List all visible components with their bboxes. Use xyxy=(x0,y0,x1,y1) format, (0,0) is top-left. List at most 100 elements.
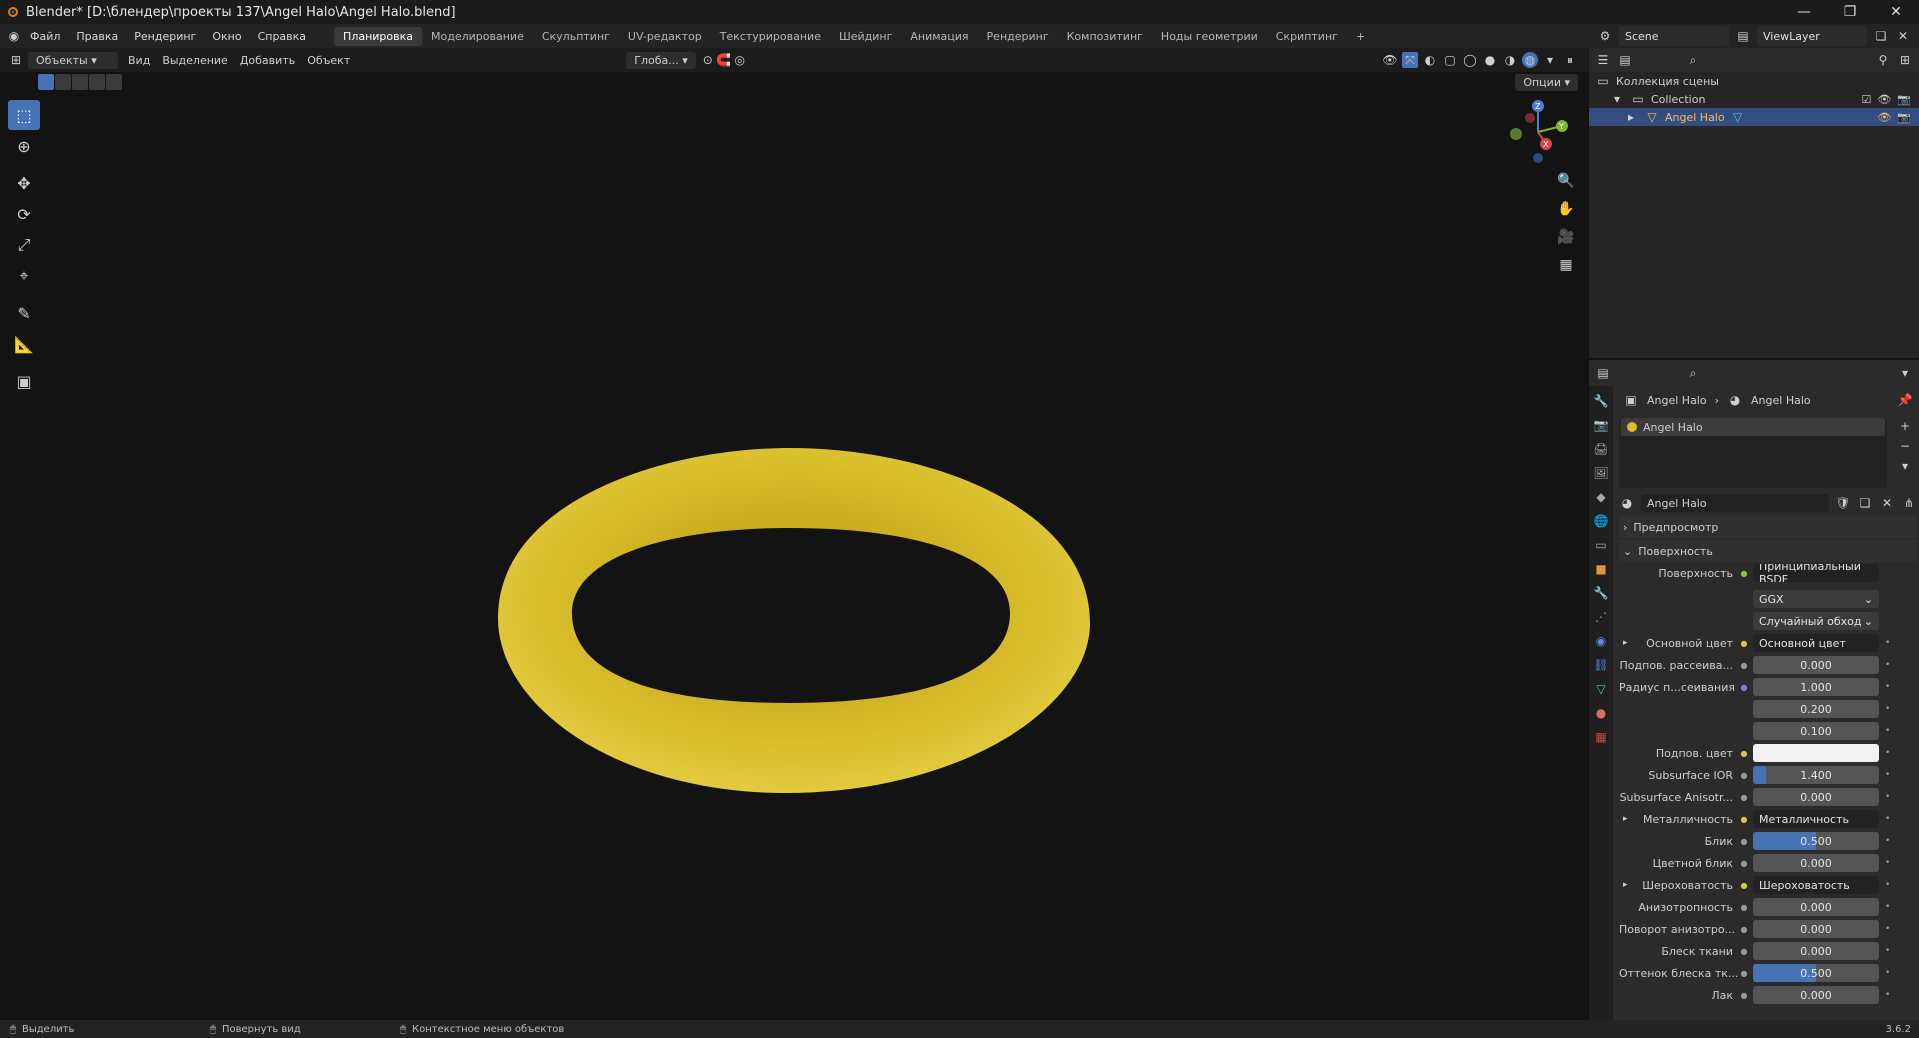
keyframe-dot-icon[interactable]: • xyxy=(1885,924,1890,934)
3d-viewport[interactable]: ⊞ Объекты ▾ Вид Выделение Добавить Объект Г… xyxy=(0,48,1588,1020)
output-tab-icon[interactable]: 🖨 xyxy=(1593,442,1609,458)
blender-menu-icon[interactable]: ◉ xyxy=(6,28,22,44)
camera-icon[interactable]: 📷 xyxy=(1897,93,1911,106)
scene-field[interactable]: Scene xyxy=(1619,26,1729,46)
select-extend-icon[interactable] xyxy=(55,74,71,90)
viewport-menu-item[interactable]: Выделение xyxy=(156,54,234,67)
keyframe-dot-icon[interactable]: • xyxy=(1885,968,1890,978)
view-layer-field[interactable]: ViewLayer xyxy=(1757,26,1867,46)
expand-arrow-icon[interactable]: ▸ xyxy=(1623,814,1628,824)
filter-icon[interactable]: ⚲ xyxy=(1875,52,1891,68)
display-mode-icon[interactable]: ▤ xyxy=(1617,52,1633,68)
zoom-icon[interactable]: 🔍 xyxy=(1556,173,1576,191)
outliner-search-input[interactable]: ⌕ xyxy=(1679,50,1779,70)
keyframe-dot-icon[interactable]: • xyxy=(1885,704,1890,714)
pin-icon[interactable]: 📌 xyxy=(1897,392,1913,408)
workspace-tab[interactable]: Текстурирование xyxy=(711,27,830,46)
menu-item[interactable]: Справка xyxy=(250,30,314,43)
world-tab-icon[interactable]: 🌐 xyxy=(1593,514,1609,530)
scene-tab-icon[interactable]: ◆ xyxy=(1593,490,1609,506)
view-layer-icon[interactable]: ▤ xyxy=(1735,28,1751,44)
number-field[interactable]: 0.000 xyxy=(1753,920,1879,938)
keyframe-dot-icon[interactable]: • xyxy=(1885,638,1890,648)
pivot-icon[interactable]: ⊙ xyxy=(700,52,716,68)
keyframe-dot-icon[interactable]: • xyxy=(1885,858,1890,868)
workspace-tab[interactable]: Ноды геометрии xyxy=(1152,27,1267,46)
material-slot-list[interactable]: Angel Halo xyxy=(1619,418,1887,488)
browse-material-icon[interactable]: ◕ xyxy=(1619,495,1635,511)
properties-options-icon[interactable]: ▾ xyxy=(1897,365,1913,381)
constraints-tab-icon[interactable]: ⛓ xyxy=(1593,658,1609,674)
rotate-tool-icon[interactable]: ⟳ xyxy=(8,199,40,229)
keyframe-dot-icon[interactable]: • xyxy=(1885,682,1890,692)
outliner-angel-halo[interactable]: ▸ ▽ Angel Halo ▽ 👁 📷 xyxy=(1589,108,1919,126)
viewport-menu-item[interactable]: Объект xyxy=(301,54,356,67)
solid-shading-icon[interactable]: ● xyxy=(1482,52,1498,68)
shading-options-icon[interactable]: ▾ xyxy=(1542,52,1558,68)
remove-slot-icon[interactable]: − xyxy=(1897,438,1913,454)
color-swatch[interactable] xyxy=(1753,744,1879,762)
workspace-tab[interactable]: Моделирование xyxy=(422,27,533,46)
rendered-shading-icon[interactable]: ◍ xyxy=(1522,52,1538,68)
orientation-dropdown[interactable]: Глоба... ▾ xyxy=(626,51,696,69)
keyframe-dot-icon[interactable]: • xyxy=(1885,792,1890,802)
select-box-tool-icon[interactable]: ⬚ xyxy=(8,100,40,130)
menu-item[interactable]: Окно xyxy=(204,30,249,43)
number-field[interactable]: 0.000 xyxy=(1753,656,1879,674)
viewport-menu-item[interactable]: Вид xyxy=(122,54,156,67)
physics-tab-icon[interactable]: ◉ xyxy=(1593,634,1609,650)
expand-arrow-icon[interactable]: ▸ xyxy=(1623,109,1639,125)
minimize-icon[interactable]: — xyxy=(1781,0,1827,24)
material-slot[interactable]: Angel Halo xyxy=(1621,418,1885,436)
new-collection-icon[interactable]: ⊞ xyxy=(1897,52,1913,68)
editor-type-icon[interactable]: ⊞ xyxy=(8,52,24,68)
camera-view-icon[interactable]: 🎥 xyxy=(1556,229,1576,247)
select-intersect-icon[interactable] xyxy=(106,74,122,90)
number-field[interactable]: 0.000 xyxy=(1753,942,1879,960)
outliner-collection[interactable]: ▾ ▭ Collection ☑ 👁 📷 xyxy=(1589,90,1919,108)
linked-input-field[interactable]: Основной цвет xyxy=(1753,634,1879,652)
render-tab-icon[interactable]: 📷 xyxy=(1593,418,1609,434)
material-shading-icon[interactable]: ◑ xyxy=(1502,52,1518,68)
number-field[interactable]: 0.000 xyxy=(1753,788,1879,806)
preview-panel-header[interactable]: › Предпросмотр xyxy=(1619,516,1917,538)
add-slot-icon[interactable]: + xyxy=(1897,418,1913,434)
workspace-tab[interactable]: Композитинг xyxy=(1058,27,1152,46)
outliner-scene-collection[interactable]: ▭ Коллекция сцены xyxy=(1589,72,1919,90)
snap-icon[interactable]: 🧲 xyxy=(716,52,732,68)
number-field[interactable]: 0.500 xyxy=(1753,964,1879,982)
keyframe-dot-icon[interactable]: • xyxy=(1885,990,1890,1000)
visibility-icon[interactable]: 👁 xyxy=(1382,52,1398,68)
material-tab-icon[interactable]: ● xyxy=(1593,706,1609,722)
distribution-dropdown[interactable]: GGX ⌄ xyxy=(1753,590,1879,608)
number-field[interactable]: 0.000 xyxy=(1753,986,1879,1004)
number-field[interactable]: 0.100 xyxy=(1753,722,1879,740)
eye-icon[interactable]: 👁 xyxy=(1877,93,1891,106)
remove-view-layer-icon[interactable]: ✕ xyxy=(1895,28,1911,44)
unlink-material-icon[interactable]: ✕ xyxy=(1879,495,1895,511)
options-dropdown[interactable]: Опции ▾ xyxy=(1515,74,1578,91)
number-field[interactable]: 0.000 xyxy=(1753,854,1879,872)
keyframe-dot-icon[interactable]: • xyxy=(1885,902,1890,912)
modifier-tab-icon[interactable]: 🔧 xyxy=(1593,586,1609,602)
view-layer-tab-icon[interactable]: 🖼 xyxy=(1593,466,1609,482)
keyframe-dot-icon[interactable]: • xyxy=(1885,748,1890,758)
workspace-tab[interactable]: + xyxy=(1347,27,1374,46)
scale-tool-icon[interactable]: ⤢ xyxy=(8,230,40,260)
linked-input-field[interactable]: Шероховатость xyxy=(1753,876,1879,894)
keyframe-dot-icon[interactable]: • xyxy=(1885,836,1890,846)
select-invert-icon[interactable] xyxy=(89,74,105,90)
eye-icon[interactable]: 👁 xyxy=(1877,111,1891,124)
pause-render-icon[interactable]: ⏸ xyxy=(1562,52,1578,68)
expand-arrow-icon[interactable]: ▸ xyxy=(1623,638,1628,648)
navigation-gizmo[interactable]: Z Y X xyxy=(1500,100,1576,164)
overlay-icon[interactable]: ◐ xyxy=(1422,52,1438,68)
surface-shader-field[interactable]: Принципиальный BSDF xyxy=(1753,564,1879,582)
restore-icon[interactable]: ❐ xyxy=(1827,0,1873,24)
keyframe-dot-icon[interactable]: • xyxy=(1885,770,1890,780)
keyframe-dot-icon[interactable]: • xyxy=(1885,880,1890,890)
fake-user-icon[interactable]: 🛡 xyxy=(1835,495,1851,511)
workspace-tab[interactable]: Анимация xyxy=(901,27,977,46)
workspace-tab[interactable]: Скульптинг xyxy=(533,27,619,46)
annotate-tool-icon[interactable]: ✎ xyxy=(8,298,40,328)
